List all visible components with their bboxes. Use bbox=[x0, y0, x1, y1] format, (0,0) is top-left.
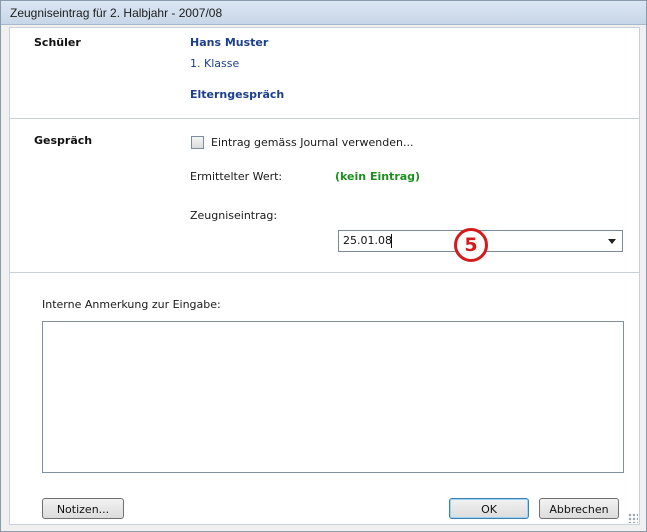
journal-checkbox-label[interactable]: Eintrag gemäss Journal verwenden... bbox=[211, 136, 414, 149]
dialog-window: Zeugniseintrag für 2. Halbjahr - 2007/08… bbox=[0, 0, 647, 532]
cancel-button[interactable]: Abbrechen bbox=[539, 498, 619, 519]
section-divider bbox=[10, 118, 639, 119]
remarks-label: Interne Anmerkung zur Eingabe: bbox=[42, 298, 221, 311]
ok-button[interactable]: OK bbox=[449, 498, 529, 519]
chevron-down-icon[interactable] bbox=[608, 239, 616, 244]
step-number-badge: 5 bbox=[454, 228, 488, 262]
remarks-textarea[interactable] bbox=[42, 321, 624, 473]
title-bar[interactable]: Zeugniseintrag für 2. Halbjahr - 2007/08 bbox=[1, 1, 646, 25]
resize-grip[interactable] bbox=[628, 513, 638, 523]
determined-value: (kein Eintrag) bbox=[335, 170, 421, 183]
journal-checkbox[interactable] bbox=[191, 136, 204, 149]
report-entry-value[interactable]: 25.01.08 bbox=[343, 234, 392, 247]
text-caret bbox=[391, 234, 392, 248]
student-section-label: Schüler bbox=[34, 36, 81, 49]
notes-button[interactable]: Notizen... bbox=[42, 498, 124, 519]
determined-value-label: Ermittelter Wert: bbox=[190, 170, 283, 183]
window-title: Zeugniseintrag für 2. Halbjahr - 2007/08 bbox=[10, 6, 223, 20]
conversation-section-label: Gespräch bbox=[34, 134, 93, 147]
dialog-content: Schüler Hans Muster 1. Klasse Elterngesp… bbox=[9, 27, 640, 525]
student-class: 1. Klasse bbox=[190, 57, 240, 70]
student-name: Hans Muster bbox=[190, 36, 269, 49]
section-divider bbox=[10, 272, 639, 273]
report-entry-label: Zeugniseintrag: bbox=[190, 209, 278, 222]
student-subject: Elterngespräch bbox=[190, 88, 285, 101]
